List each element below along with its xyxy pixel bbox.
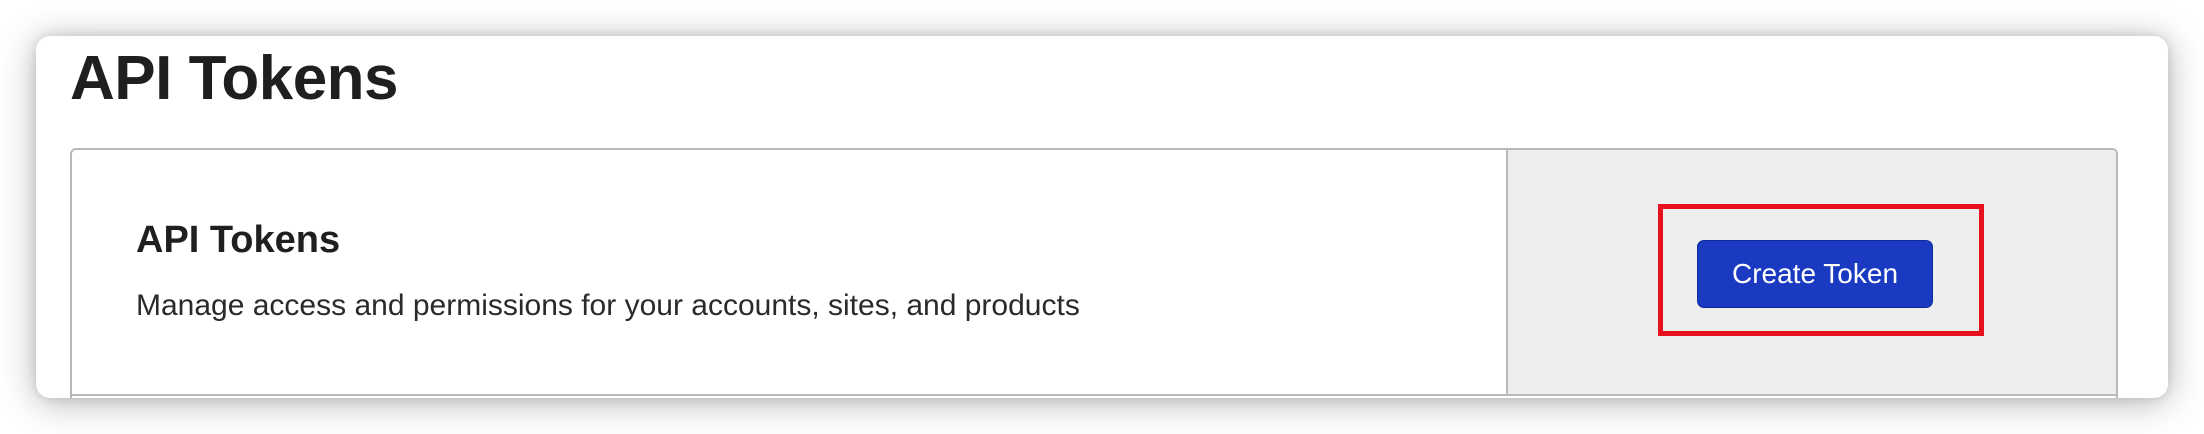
app-window: API Tokens API Tokens Manage access and … bbox=[36, 36, 2168, 398]
page-title: API Tokens bbox=[70, 44, 399, 113]
card-heading: API Tokens bbox=[136, 219, 341, 261]
card-description: Manage access and permissions for your a… bbox=[136, 289, 1080, 322]
card-body: API Tokens Manage access and permissions… bbox=[72, 150, 1506, 396]
card-divider bbox=[72, 394, 2116, 396]
create-token-button[interactable]: Create Token bbox=[1697, 240, 1933, 308]
api-tokens-card: API Tokens Manage access and permissions… bbox=[70, 148, 2118, 398]
card-action-panel: Create Token bbox=[1506, 150, 2116, 396]
